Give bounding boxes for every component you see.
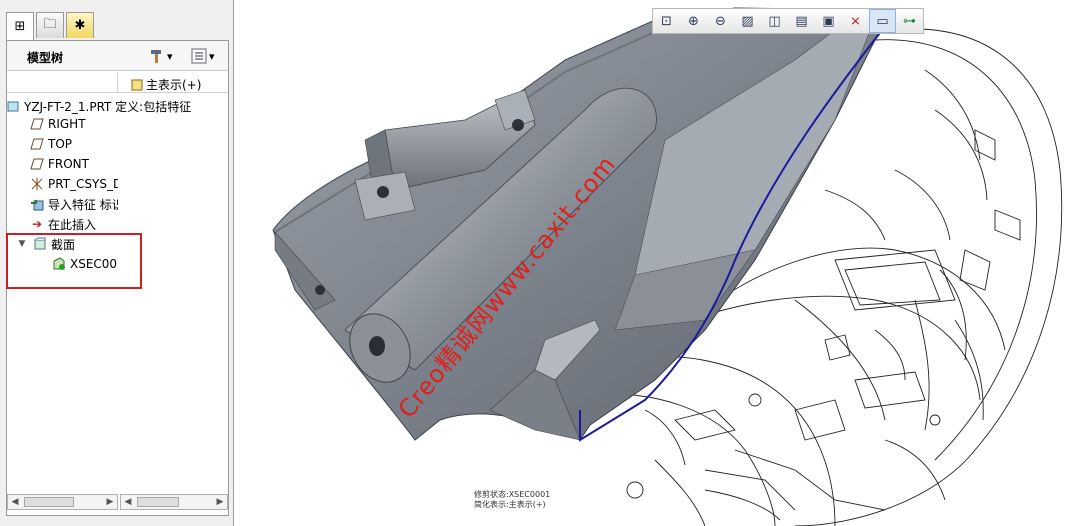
tree-item-insert-here[interactable]: ➔ 在此插入 (30, 214, 96, 234)
scrollbar-thumb[interactable] (137, 497, 179, 507)
hammer-icon (151, 50, 161, 63)
zoom-out-button[interactable]: ⊖ (707, 9, 734, 33)
column-divider[interactable] (117, 73, 118, 93)
navigator-panel: ⊞ 🗀 ✱ 模型树 ▾ ▾ 主表示(+) YZJ-FT-2_1.PRT 定义:包… (0, 0, 234, 526)
model-tree-header: 模型树 ▾ ▾ (7, 41, 228, 71)
favorites-tab[interactable]: ✱ (66, 12, 94, 38)
column-horizontal-scrollbar[interactable]: ◀ ▶ (120, 494, 228, 510)
repaint-icon: ▨ (741, 13, 754, 29)
simplified-rep-text: 简化表示:主表示(+) (474, 500, 546, 509)
scroll-right-icon[interactable]: ▶ (103, 495, 117, 509)
tree-root-part[interactable]: YZJ-FT-2_1.PRT 定义:包括特征 (6, 96, 191, 116)
tree-item-front[interactable]: FRONT (30, 154, 89, 174)
tree-item-right[interactable]: RIGHT (30, 114, 86, 134)
part-icon (6, 99, 20, 113)
view-manager-button[interactable]: ▣ (815, 9, 842, 33)
zoom-in-button[interactable]: ⊕ (680, 9, 707, 33)
model-viewport[interactable] (235, 0, 1075, 526)
annotation-display-icon: ⊶ (903, 13, 916, 29)
datum-display-icon: ⨯ (850, 13, 861, 29)
datum-plane-icon (30, 137, 44, 151)
folders-icon: 🗀 (43, 16, 57, 32)
graphics-toolbar: ⊡ ⊕ ⊖ ▨ ◫ ▤ ▣ ⨯ ▭ ⊶ (652, 8, 924, 34)
rep-icon (131, 79, 143, 90)
scroll-right-icon[interactable]: ▶ (213, 495, 227, 509)
tree-show-button[interactable]: ▾ (191, 46, 215, 66)
model-tree-tab[interactable]: ⊞ (6, 12, 34, 40)
folder-browser-tab[interactable]: 🗀 (36, 12, 64, 38)
tree-item-csys[interactable]: PRT_CSYS_DEF (30, 174, 118, 194)
chevron-down-icon: ▾ (167, 49, 173, 63)
display-style-icon: ◫ (768, 13, 781, 29)
hierarchy-icon: ⊞ (14, 19, 26, 34)
clip-state-text: 修剪状态:XSEC0001 (474, 490, 551, 499)
status-info: 修剪状态:XSEC0001 简化表示:主表示(+) (474, 490, 550, 510)
graphics-window[interactable]: 修剪状态:XSEC0001 简化表示:主表示(+) (235, 0, 1075, 526)
tree-column-header: 主表示(+) (7, 73, 228, 93)
view-manager-icon: ▣ (822, 13, 835, 29)
shaded-part-geometry (272, 7, 891, 442)
insert-here-arrow-icon: ➔ (31, 217, 43, 231)
tree-item-import-feature[interactable]: 导入特征 标识39 (30, 194, 118, 214)
datum-plane-icon (30, 157, 44, 171)
highlight-annotation-box (6, 233, 142, 289)
csys-icon (30, 177, 44, 191)
tree-item-top[interactable]: TOP (30, 134, 72, 154)
zoom-in-icon: ⊕ (688, 13, 699, 29)
datum-display-button[interactable]: ⨯ (842, 9, 869, 33)
refit-button[interactable]: ⊡ (653, 9, 680, 33)
import-feature-icon (30, 197, 44, 211)
repaint-button[interactable]: ▨ (734, 9, 761, 33)
section-display-icon: ▭ (876, 13, 889, 29)
tree-settings-button[interactable]: ▾ (149, 46, 173, 66)
scrollbar-thumb[interactable] (24, 497, 74, 507)
navigator-tabs: ⊞ 🗀 ✱ (6, 12, 94, 40)
column-header-main-rep[interactable]: 主表示(+) (131, 76, 201, 93)
scroll-left-icon[interactable]: ◀ (121, 495, 135, 509)
annotation-display-button[interactable]: ⊶ (896, 9, 923, 33)
chevron-down-icon: ▾ (209, 49, 215, 63)
section-display-button[interactable]: ▭ (869, 9, 896, 33)
scroll-left-icon[interactable]: ◀ (8, 495, 22, 509)
datum-plane-icon (30, 117, 44, 131)
refit-icon: ⊡ (661, 13, 672, 29)
zoom-out-icon: ⊖ (715, 13, 726, 29)
display-style-button[interactable]: ◫ (761, 9, 788, 33)
star-folder-icon: ✱ (74, 18, 86, 33)
tree-horizontal-scrollbar[interactable]: ◀ ▶ (7, 494, 118, 510)
list-icon (191, 48, 207, 64)
saved-views-button[interactable]: ▤ (788, 9, 815, 33)
model-tree-title: 模型树 (27, 51, 64, 65)
saved-views-icon: ▤ (795, 13, 808, 29)
